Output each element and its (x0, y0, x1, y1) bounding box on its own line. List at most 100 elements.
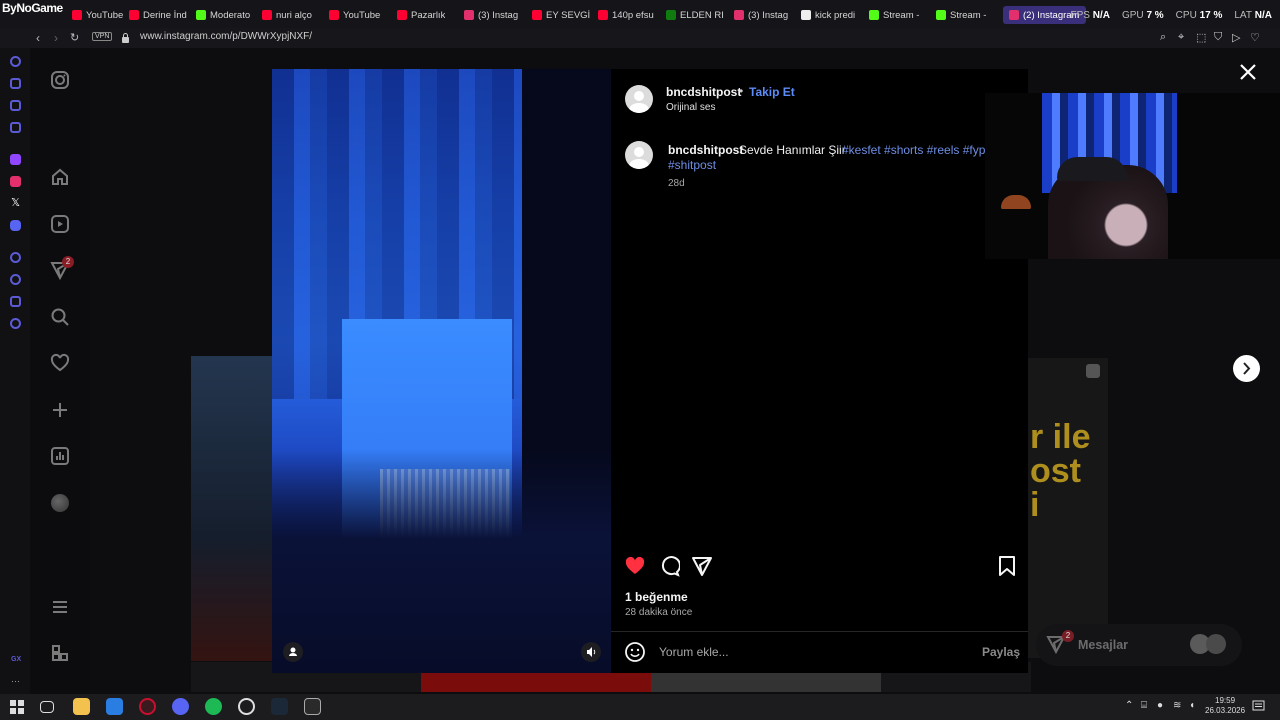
cube-icon[interactable] (10, 296, 21, 307)
emoji-icon[interactable] (624, 641, 646, 663)
tagged-users-button[interactable] (283, 642, 303, 662)
cpu-stat: CPU 17 % (1175, 10, 1223, 21)
task-view-icon[interactable] (40, 701, 54, 713)
steam-icon[interactable] (271, 698, 288, 715)
webcam-lamp (1001, 195, 1031, 209)
post-video[interactable] (272, 69, 611, 673)
browser-tab[interactable]: Stream - (869, 6, 919, 24)
discord-icon[interactable] (10, 220, 21, 231)
browser-tab[interactable]: 140p efsu (598, 6, 654, 24)
screenshot-icon[interactable]: ⬚ (1196, 31, 1206, 44)
mic-icon[interactable]: ● (1157, 700, 1163, 711)
post-comment-button[interactable]: Paylaş (982, 645, 1020, 659)
tab-label: (3) Instag (748, 9, 789, 21)
next-post-button[interactable] (1233, 355, 1260, 382)
browser-tab[interactable]: Derine İnd (129, 6, 187, 24)
wifi-icon[interactable]: ≋ (1173, 700, 1181, 711)
browser-tab[interactable]: Stream - (936, 6, 986, 24)
comment-input[interactable]: Yorum ekle... (659, 645, 729, 659)
fps-stat: FPS N/A (1070, 10, 1110, 21)
reels-icon[interactable] (50, 214, 70, 234)
save-bookmark-icon[interactable] (996, 555, 1018, 577)
like-count[interactable]: 1 beğenme (625, 590, 688, 604)
more-apps-icon[interactable] (50, 643, 70, 663)
caption-username[interactable]: bncdshitpost (668, 143, 743, 157)
close-icon[interactable] (1236, 60, 1260, 84)
chatgpt-icon[interactable] (238, 698, 255, 715)
profile-avatar[interactable] (51, 494, 69, 512)
tab-favicon-icon (598, 10, 608, 20)
x-twitter-icon[interactable]: 𝕏 (10, 198, 21, 209)
network-icon[interactable]: ⌸ (1141, 700, 1147, 711)
windows-start-icon[interactable] (10, 700, 24, 714)
twitch-icon[interactable] (10, 154, 21, 165)
author-avatar[interactable] (625, 85, 653, 113)
player-icon[interactable] (10, 252, 21, 263)
browser-tab[interactable]: Pazarlık (397, 6, 445, 24)
caption-timestamp: 28d (668, 178, 685, 189)
file-explorer-icon[interactable] (73, 698, 90, 715)
browser-tab[interactable]: (3) Instag (734, 6, 788, 24)
settings-icon[interactable] (10, 318, 21, 329)
bookmark-heart-icon[interactable]: ♡ (1250, 31, 1260, 44)
volume-icon[interactable]: ◖ (1189, 700, 1195, 711)
forward-icon[interactable]: › (54, 31, 58, 45)
back-icon[interactable]: ‹ (36, 31, 40, 45)
audio-label[interactable]: Orijinal ses (666, 102, 715, 113)
caption-hashtag-shitpost[interactable]: #shitpost (668, 158, 716, 172)
like-heart-icon[interactable] (624, 555, 646, 577)
search-icon[interactable] (50, 307, 70, 327)
instagram-logo-icon[interactable] (50, 70, 70, 90)
tab-label: Stream - (950, 9, 987, 21)
browser-tab[interactable]: YouTube (329, 6, 380, 24)
tab-favicon-icon (262, 10, 272, 20)
reload-icon[interactable]: ↻ (70, 31, 79, 44)
more-icon[interactable]: ··· (11, 676, 20, 686)
news-icon[interactable] (10, 100, 21, 111)
url-field[interactable]: www.instagram.com/p/DWWrXypjNXF/ (140, 31, 312, 42)
menu-icon[interactable] (50, 597, 70, 617)
taskbar-clock[interactable]: 19:59 26.03.2026 (1205, 696, 1245, 716)
gx-icon[interactable]: GX (11, 656, 21, 663)
opera-gx-icon[interactable] (139, 698, 156, 715)
play-icon[interactable]: ▷ (1232, 31, 1240, 44)
browser-tab[interactable]: ELDEN RI (666, 6, 724, 24)
tray-chevron-icon[interactable]: ⌃ (1125, 700, 1133, 711)
browser-tab[interactable]: kick predi (801, 6, 855, 24)
author-username[interactable]: bncdshitpost (666, 85, 741, 99)
comment-icon[interactable] (658, 555, 680, 577)
lock-icon (122, 33, 129, 43)
speed-dial-icon[interactable] (10, 56, 21, 67)
pin-icon[interactable]: ⌖ (1178, 31, 1184, 44)
browser-tab[interactable]: nuri alço (262, 6, 312, 24)
webcam-hat (1057, 157, 1127, 181)
notification-center-icon[interactable] (1252, 700, 1265, 713)
discord-taskbar-icon[interactable] (172, 698, 189, 715)
home-icon[interactable] (50, 167, 70, 187)
mail-icon[interactable] (106, 698, 123, 715)
browser-tab[interactable]: (3) Instag (464, 6, 518, 24)
caption-avatar[interactable] (625, 141, 653, 169)
mute-button[interactable] (581, 642, 601, 662)
shield-icon[interactable]: ⛉ (1214, 31, 1222, 44)
heart-notifications-icon[interactable] (50, 353, 70, 373)
browser-tab[interactable]: YouTube (72, 6, 123, 24)
history-icon[interactable] (10, 274, 21, 285)
spotify-icon[interactable] (205, 698, 222, 715)
create-icon[interactable] (50, 400, 70, 420)
caption-hashtags[interactable]: #kesfet #shorts #reels #fyp (842, 143, 985, 157)
instagram-rail-icon[interactable] (10, 176, 21, 187)
tab-favicon-icon (72, 10, 82, 20)
extensions-icon[interactable] (10, 78, 21, 89)
dashboard-icon[interactable] (50, 446, 70, 466)
messages-label: Mesajlar (1078, 638, 1129, 652)
share-icon[interactable] (691, 555, 713, 577)
browser-tab[interactable]: EY SEVGİ (532, 6, 590, 24)
music-icon[interactable] (10, 122, 21, 133)
zoom-icon[interactable]: ⌕ (1160, 31, 1166, 44)
vpn-badge[interactable]: VPN (92, 32, 113, 41)
browser-tab[interactable]: Moderato (196, 6, 250, 24)
follow-button[interactable]: Takip Et (749, 85, 795, 99)
tab-favicon-icon (801, 10, 811, 20)
epic-games-icon[interactable] (304, 698, 321, 715)
